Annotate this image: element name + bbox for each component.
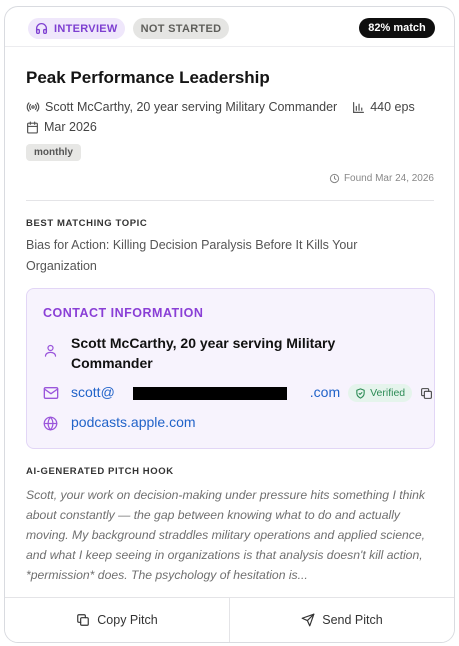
card-header: INTERVIEW NOT STARTED 82% match [5, 7, 454, 47]
podcast-date-label: Mar 2026 [44, 120, 97, 134]
contact-website-row: podcasts.apple.com [43, 414, 196, 431]
calendar-icon [26, 120, 39, 134]
podcast-title[interactable]: Peak Performance Leadership [26, 68, 270, 88]
topic-heading: BEST MATCHING TOPIC [26, 218, 148, 229]
card-footer: Copy Pitch Send Pitch [5, 597, 454, 642]
episode-count-label: 440 eps [370, 100, 415, 114]
send-pitch-label: Send Pitch [322, 613, 383, 627]
pitch-text: Scott, your work on decision-making unde… [26, 488, 426, 582]
headphones-icon [35, 23, 48, 35]
type-badge: INTERVIEW [28, 18, 125, 39]
shield-check-icon [355, 387, 366, 399]
user-icon [43, 333, 71, 358]
contact-heading: CONTACT INFORMATION [43, 306, 204, 320]
mail-icon [43, 384, 71, 400]
broadcast-icon [26, 100, 40, 114]
email-end: .com [309, 384, 341, 400]
copy-pitch-button[interactable]: Copy Pitch [5, 598, 229, 642]
copy-icon [76, 613, 90, 627]
episode-count: 440 eps [352, 100, 415, 114]
email-start: scott@ [71, 384, 115, 400]
redaction-bar [133, 387, 287, 400]
globe-icon [43, 414, 71, 431]
topic-text: Bias for Action: Killing Decision Paraly… [26, 238, 358, 273]
bar-chart-icon [352, 101, 365, 114]
contact-name: Scott McCarthy, 20 year serving Military… [71, 335, 336, 371]
copy-pitch-label: Copy Pitch [97, 613, 158, 627]
contact-name-row: Scott McCarthy, 20 year serving Military… [43, 333, 371, 373]
podcast-meta: Scott McCarthy, 20 year serving Military… [26, 99, 436, 115]
podcast-card: INTERVIEW NOT STARTED 82% match Peak Per… [4, 6, 455, 643]
frequency-tag: monthly [26, 144, 81, 161]
divider [26, 200, 434, 201]
send-pitch-button[interactable]: Send Pitch [229, 598, 454, 642]
podcast-date: Mar 2026 [26, 119, 97, 135]
contact-email-row: scott@ .com Verified [43, 384, 433, 402]
verified-badge: Verified [348, 384, 413, 402]
contact-email[interactable]: scott@ .com [71, 384, 340, 400]
podcast-host: Scott McCarthy, 20 year serving Military… [45, 100, 338, 114]
found-date: Found Mar 24, 2026 [329, 173, 434, 184]
found-date-label: Found Mar 24, 2026 [343, 173, 434, 184]
send-icon [301, 613, 315, 627]
pitch-heading: AI-GENERATED PITCH HOOK [26, 466, 174, 477]
match-badge: 82% match [359, 18, 435, 38]
verified-label: Verified [370, 387, 406, 399]
contact-panel: CONTACT INFORMATION Scott McCarthy, 20 y… [26, 288, 435, 449]
status-badge: NOT STARTED [133, 18, 229, 39]
type-badge-label: INTERVIEW [54, 22, 118, 35]
copy-email-icon[interactable] [420, 384, 433, 402]
clock-icon [329, 173, 340, 184]
contact-website-link[interactable]: podcasts.apple.com [71, 414, 196, 430]
